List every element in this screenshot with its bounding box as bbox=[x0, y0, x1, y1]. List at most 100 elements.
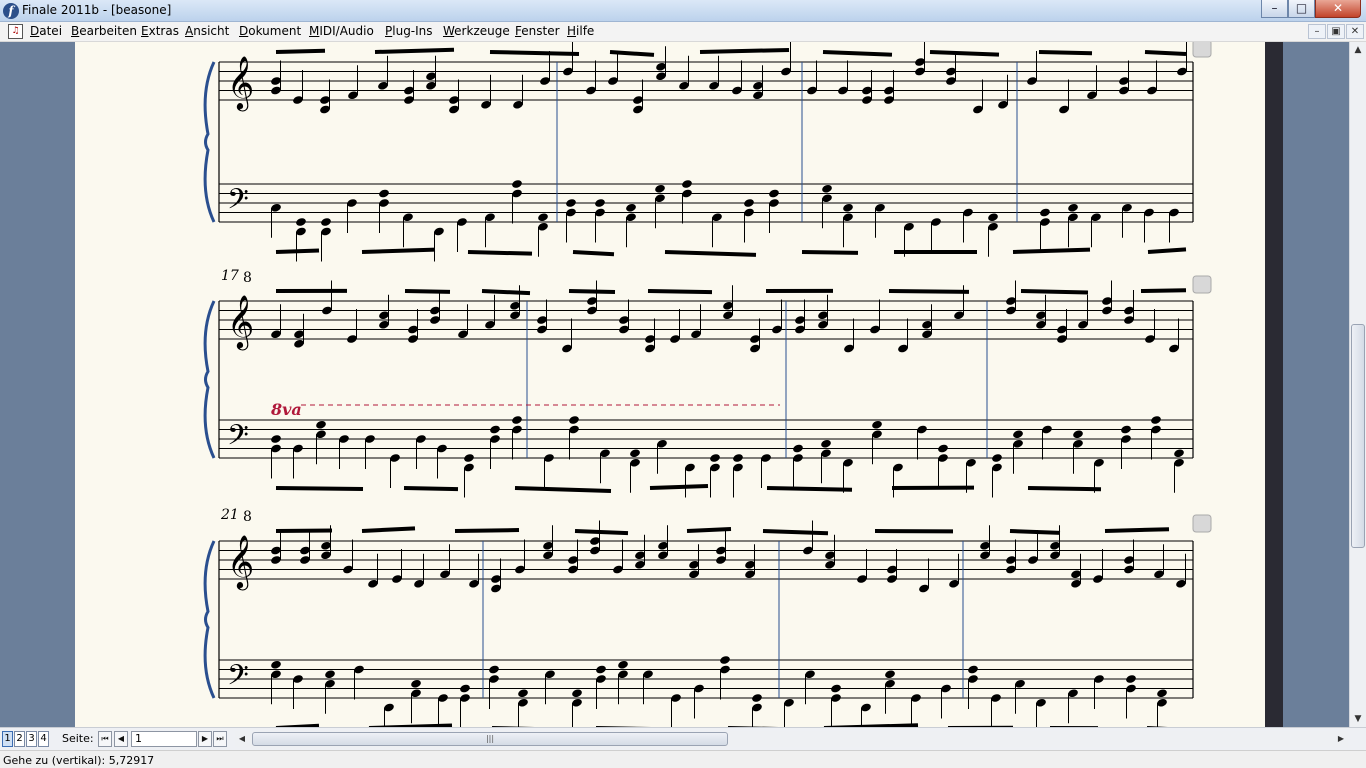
menu-extras[interactable]: Extras bbox=[141, 24, 179, 38]
document-close-button[interactable]: ✕ bbox=[1346, 24, 1364, 39]
note-head bbox=[538, 213, 548, 222]
menu-bar: ♫ Datei Bearbeiten Extras Ansicht Dokume… bbox=[0, 22, 1366, 42]
menu-midi-audio[interactable]: MIDI/Audio bbox=[309, 24, 374, 38]
beam bbox=[929, 50, 1000, 57]
note-head bbox=[1151, 416, 1161, 424]
previous-page-icon[interactable]: ◀ bbox=[114, 731, 128, 747]
ottava-marking[interactable]: 8va bbox=[270, 400, 302, 419]
beam bbox=[275, 528, 333, 533]
beam bbox=[404, 289, 451, 294]
beam bbox=[514, 486, 612, 493]
note-head bbox=[271, 435, 281, 443]
window-title: Finale 2011b - [beasone] bbox=[22, 3, 172, 17]
treble-clef: 𝄞 bbox=[227, 55, 254, 111]
beam bbox=[1012, 247, 1091, 254]
beam bbox=[888, 289, 970, 294]
beam bbox=[374, 47, 455, 54]
document-minimize-button[interactable]: – bbox=[1308, 24, 1326, 39]
beam bbox=[762, 529, 829, 536]
note-head bbox=[271, 660, 281, 669]
note-head bbox=[460, 684, 470, 693]
note-head bbox=[831, 684, 841, 693]
note-head bbox=[682, 180, 692, 188]
beam bbox=[275, 248, 320, 254]
first-page-icon[interactable]: ⏮ bbox=[98, 731, 112, 747]
note-head bbox=[596, 665, 606, 674]
brace bbox=[203, 540, 216, 699]
beam bbox=[609, 50, 655, 57]
beam bbox=[1140, 288, 1187, 293]
menu-plug-ins[interactable]: Plug-Ins bbox=[385, 24, 433, 38]
scroll-left-arrow-icon[interactable]: ◀ bbox=[235, 731, 249, 747]
page-label: Seite: bbox=[62, 732, 94, 745]
maximize-button[interactable]: □ bbox=[1288, 0, 1315, 18]
key-marker-17: 8 bbox=[243, 270, 252, 286]
page-tab-4[interactable]: 4 bbox=[38, 731, 49, 747]
beam bbox=[361, 526, 416, 533]
last-page-icon[interactable]: ⏭ bbox=[213, 731, 227, 747]
beam bbox=[1144, 50, 1187, 57]
note-head bbox=[296, 218, 306, 226]
beam bbox=[1038, 50, 1093, 56]
beam bbox=[467, 250, 533, 256]
brace bbox=[203, 300, 216, 459]
horizontal-scroll-thumb[interactable]: ||| bbox=[252, 732, 728, 746]
note-head bbox=[1013, 430, 1023, 439]
menu-fenster[interactable]: Fenster bbox=[515, 24, 560, 38]
menu-dokument[interactable]: Dokument bbox=[239, 24, 301, 38]
note-head bbox=[720, 656, 730, 664]
scroll-right-arrow-icon[interactable]: ▶ bbox=[1334, 731, 1348, 747]
beam bbox=[1020, 289, 1089, 295]
vertical-scroll-thumb[interactable] bbox=[1351, 324, 1365, 548]
menu-ansicht[interactable]: Ansicht bbox=[185, 24, 229, 38]
horizontal-scrollbar[interactable]: ◀ ||| ▶ bbox=[235, 731, 1348, 747]
page-number-input[interactable]: 1 bbox=[131, 731, 197, 747]
score-workspace[interactable]: 𝄞 𝄢 𝄞 𝄢 𝄞 𝄢 17 8 21 8 8va bbox=[0, 42, 1349, 727]
page-shadow bbox=[1265, 42, 1283, 727]
menu-datei[interactable]: Datei bbox=[30, 24, 62, 38]
beam bbox=[647, 289, 713, 295]
vertical-scrollbar[interactable]: ▲ ▼ bbox=[1349, 42, 1366, 727]
bass-clef: 𝄢 bbox=[227, 419, 249, 459]
note-head bbox=[618, 660, 628, 669]
beam bbox=[361, 247, 436, 254]
bass-clef: 𝄢 bbox=[227, 659, 249, 699]
score-page[interactable]: 𝄞 𝄢 𝄞 𝄢 𝄞 𝄢 17 8 21 8 8va bbox=[75, 42, 1265, 727]
finale-app-icon[interactable]: f bbox=[3, 3, 19, 19]
score-canvas[interactable]: 𝄞 𝄢 𝄞 𝄢 𝄞 𝄢 17 8 21 8 8va bbox=[75, 42, 1265, 727]
beam bbox=[454, 528, 520, 533]
beam bbox=[1147, 247, 1187, 254]
beam bbox=[572, 250, 615, 257]
next-page-icon[interactable]: ▶ bbox=[198, 731, 212, 747]
menu-bearbeiten[interactable]: Bearbeiten bbox=[71, 24, 137, 38]
note-head bbox=[872, 420, 882, 429]
note-head bbox=[325, 670, 335, 679]
note-head bbox=[1040, 208, 1050, 217]
page-tab-3[interactable]: 3 bbox=[26, 731, 37, 747]
beam bbox=[574, 529, 629, 536]
measure-number-21: 21 bbox=[220, 507, 239, 523]
beam bbox=[699, 47, 790, 54]
close-button[interactable]: ✕ bbox=[1315, 0, 1361, 18]
document-icon[interactable]: ♫ bbox=[8, 24, 23, 39]
note-head bbox=[655, 184, 665, 193]
bass-clef: 𝄢 bbox=[227, 183, 249, 223]
note-head bbox=[769, 189, 779, 198]
minimize-button[interactable]: – bbox=[1261, 0, 1288, 18]
beam bbox=[1027, 486, 1102, 492]
beam bbox=[801, 250, 859, 255]
title-bar: f Finale 2011b - [beasone] – □ ✕ bbox=[0, 0, 1366, 22]
lock-icon bbox=[1192, 514, 1212, 533]
scroll-down-arrow-icon[interactable]: ▼ bbox=[1350, 711, 1366, 727]
note-head bbox=[1073, 430, 1083, 439]
document-restore-button[interactable]: ▣ bbox=[1327, 24, 1345, 39]
status-message: Gehe zu (vertikal): 5,72917 bbox=[3, 754, 155, 767]
menu-hilfe[interactable]: Hilfe bbox=[567, 24, 594, 38]
note-head bbox=[512, 180, 522, 188]
note-head bbox=[518, 689, 528, 698]
page-tab-2[interactable]: 2 bbox=[14, 731, 25, 747]
page-tab-1[interactable]: 1 bbox=[2, 731, 13, 747]
menu-werkzeuge[interactable]: Werkzeuge bbox=[443, 24, 510, 38]
scroll-up-arrow-icon[interactable]: ▲ bbox=[1350, 42, 1366, 58]
beam bbox=[649, 484, 709, 490]
